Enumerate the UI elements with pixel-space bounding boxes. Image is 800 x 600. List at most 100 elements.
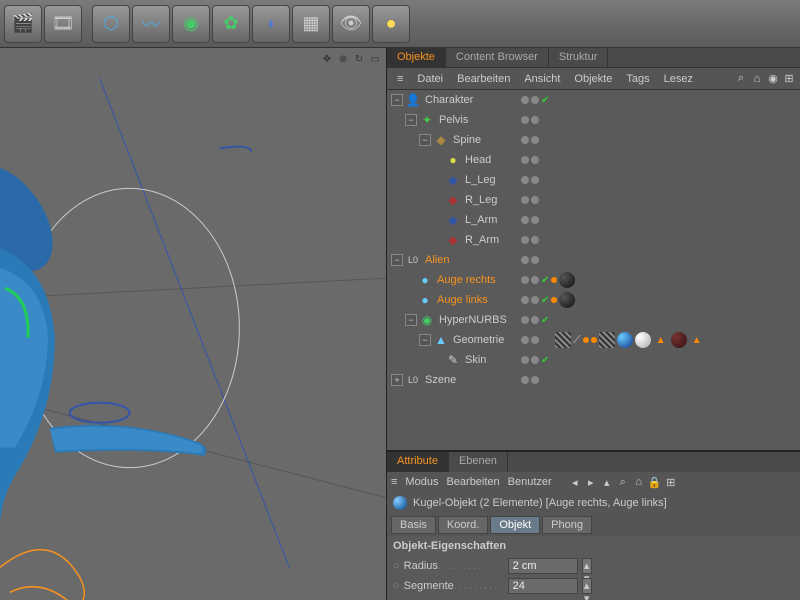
menu-file[interactable]: Datei (411, 71, 449, 87)
material-tag-icon[interactable] (635, 332, 651, 348)
menu-mode[interactable]: Modus (405, 476, 438, 488)
menu-user[interactable]: Benutzer (508, 476, 552, 488)
nav-fwd-icon[interactable]: ▸ (584, 475, 598, 489)
lock-icon[interactable]: 🔒 (648, 475, 662, 489)
tree-item-szene[interactable]: +L0Szene (387, 370, 800, 390)
expand-icon[interactable]: − (405, 114, 417, 126)
spinner[interactable]: ▴▾ (582, 558, 592, 574)
tool-light[interactable]: ● (372, 5, 410, 43)
material-tag-icon[interactable] (671, 332, 687, 348)
tree-item-geometrie[interactable]: −▲Geometrie ⟋ ▲ ▲ (387, 330, 800, 350)
sub-tab-phong[interactable]: Phong (542, 516, 592, 534)
search-icon[interactable]: ⌕ (616, 475, 630, 489)
tool-spline[interactable]: 〰 (132, 5, 170, 43)
menu-tags[interactable]: Tags (620, 71, 655, 87)
tool-array[interactable]: ✿ (212, 5, 250, 43)
uvw-tag-icon[interactable] (599, 332, 615, 348)
phong-tag-icon[interactable]: ▲ (653, 332, 669, 348)
tree-label: Spine (453, 134, 481, 146)
tree-item-charakter[interactable]: −👤Charakter ✔ (387, 90, 800, 110)
check-icon[interactable]: ✔ (541, 355, 549, 366)
prop-label: Segmente (404, 580, 504, 592)
tree-label: Alien (425, 254, 449, 266)
menu-hamburger-icon[interactable]: ≡ (391, 476, 397, 488)
tree-label: Auge rechts (437, 274, 496, 286)
prop-row-radius: ○ Radius ▴▾ (393, 556, 794, 576)
search-icon[interactable]: ⌕ (734, 72, 748, 86)
segmente-input[interactable] (508, 578, 578, 594)
radius-input[interactable] (508, 558, 578, 574)
tree-item-spine[interactable]: −◆ Spine (387, 130, 800, 150)
expand-icon[interactable]: − (391, 94, 403, 106)
tree-item-head[interactable]: ●Head (387, 150, 800, 170)
expand-icon[interactable]: − (419, 134, 431, 146)
sub-tab-koord[interactable]: Koord. (438, 516, 488, 534)
expand-icon[interactable]: − (405, 314, 417, 326)
tool-cube[interactable]: ⬡ (92, 5, 130, 43)
tree-item-l-leg[interactable]: ◆L_Leg (387, 170, 800, 190)
attribute-menubar: ≡ Modus Bearbeiten Benutzer ◂ ▸ ▴ ⌕ ⌂ 🔒 … (387, 472, 800, 492)
vp-rotate-icon[interactable]: ↻ (352, 52, 366, 66)
viewport[interactable]: ✥ ⊕ ↻ ▭ (0, 48, 387, 600)
material-tag-icon[interactable] (617, 332, 633, 348)
check-icon[interactable]: ✔ (541, 295, 549, 306)
expand-icon[interactable]: − (419, 334, 431, 346)
sub-tab-basis[interactable]: Basis (391, 516, 436, 534)
menu-objects[interactable]: Objekte (568, 71, 618, 87)
tree-item-r-arm[interactable]: ◆R_Arm (387, 230, 800, 250)
tab-layers[interactable]: Ebenen (449, 452, 508, 472)
tool-camera[interactable]: 👁 (332, 5, 370, 43)
tree-item-alien[interactable]: −L0Alien (387, 250, 800, 270)
joint-icon: ● (445, 152, 461, 168)
tree-item-auge-rechts[interactable]: ●Auge rechts ✔ (387, 270, 800, 290)
menu-edit[interactable]: Bearbeiten (446, 476, 499, 488)
uvw-tag-icon[interactable] (555, 332, 571, 348)
tool-director[interactable]: 🎬 (4, 5, 42, 43)
expand-icon[interactable]: − (391, 254, 403, 266)
menu-hamburger-icon[interactable]: ≡ (391, 71, 409, 87)
material-tag-icon[interactable] (559, 272, 575, 288)
tree-item-skin[interactable]: ✎Skin ✔ (387, 350, 800, 370)
eye-icon[interactable]: ◉ (766, 72, 780, 86)
material-tag-icon[interactable] (559, 292, 575, 308)
tab-structure[interactable]: Struktur (549, 48, 609, 67)
check-icon[interactable]: ✔ (541, 95, 549, 106)
menu-view[interactable]: Ansicht (518, 71, 566, 87)
expand-icon[interactable]: + (391, 374, 403, 386)
sub-tab-objekt[interactable]: Objekt (490, 516, 540, 534)
menu-bookmarks[interactable]: Lesez (658, 71, 699, 87)
tool-nurbs[interactable]: ◉ (172, 5, 210, 43)
vp-zoom-icon[interactable]: ⊕ (336, 52, 350, 66)
tree-item-l-arm[interactable]: ◆L_Arm (387, 210, 800, 230)
tree-item-r-leg[interactable]: ◆R_Leg (387, 190, 800, 210)
attribute-title: Kugel-Objekt (2 Elemente) [Auge rechts, … (413, 497, 667, 509)
tool-floor[interactable]: ▦ (292, 5, 330, 43)
tab-content-browser[interactable]: Content Browser (446, 48, 549, 67)
check-icon[interactable]: ✔ (541, 315, 549, 326)
nav-back-icon[interactable]: ◂ (568, 475, 582, 489)
spinner[interactable]: ▴▾ (582, 578, 592, 594)
vp-frame-icon[interactable]: ▭ (368, 52, 382, 66)
vp-move-icon[interactable]: ✥ (320, 52, 334, 66)
objects-menubar: ≡ Datei Bearbeiten Ansicht Objekte Tags … (387, 68, 800, 90)
nav-up-icon[interactable]: ▴ (600, 475, 614, 489)
character-icon: 👤 (405, 92, 421, 108)
tree-label: R_Arm (465, 234, 499, 246)
tool-deformer[interactable]: ◗ (252, 5, 290, 43)
tool-render[interactable]: 🎞 (44, 5, 82, 43)
tab-attribute[interactable]: Attribute (387, 452, 449, 472)
tab-objects[interactable]: Objekte (387, 48, 446, 67)
check-icon[interactable]: ✔ (541, 275, 549, 286)
expand-icon[interactable]: ⊞ (664, 475, 678, 489)
expand-icon[interactable]: ⊞ (782, 72, 796, 86)
tree-item-pelvis[interactable]: −✦Pelvis (387, 110, 800, 130)
joint-icon: ◆ (433, 132, 449, 148)
menu-edit[interactable]: Bearbeiten (451, 71, 516, 87)
skin-icon: ✎ (445, 352, 461, 368)
phong-tag-icon[interactable]: ▲ (689, 332, 705, 348)
home-icon[interactable]: ⌂ (632, 475, 646, 489)
tree-label: Auge links (437, 294, 488, 306)
tree-item-hypernurbs[interactable]: −◉HyperNURBS ✔ (387, 310, 800, 330)
tree-item-auge-links[interactable]: ●Auge links ✔ (387, 290, 800, 310)
home-icon[interactable]: ⌂ (750, 72, 764, 86)
